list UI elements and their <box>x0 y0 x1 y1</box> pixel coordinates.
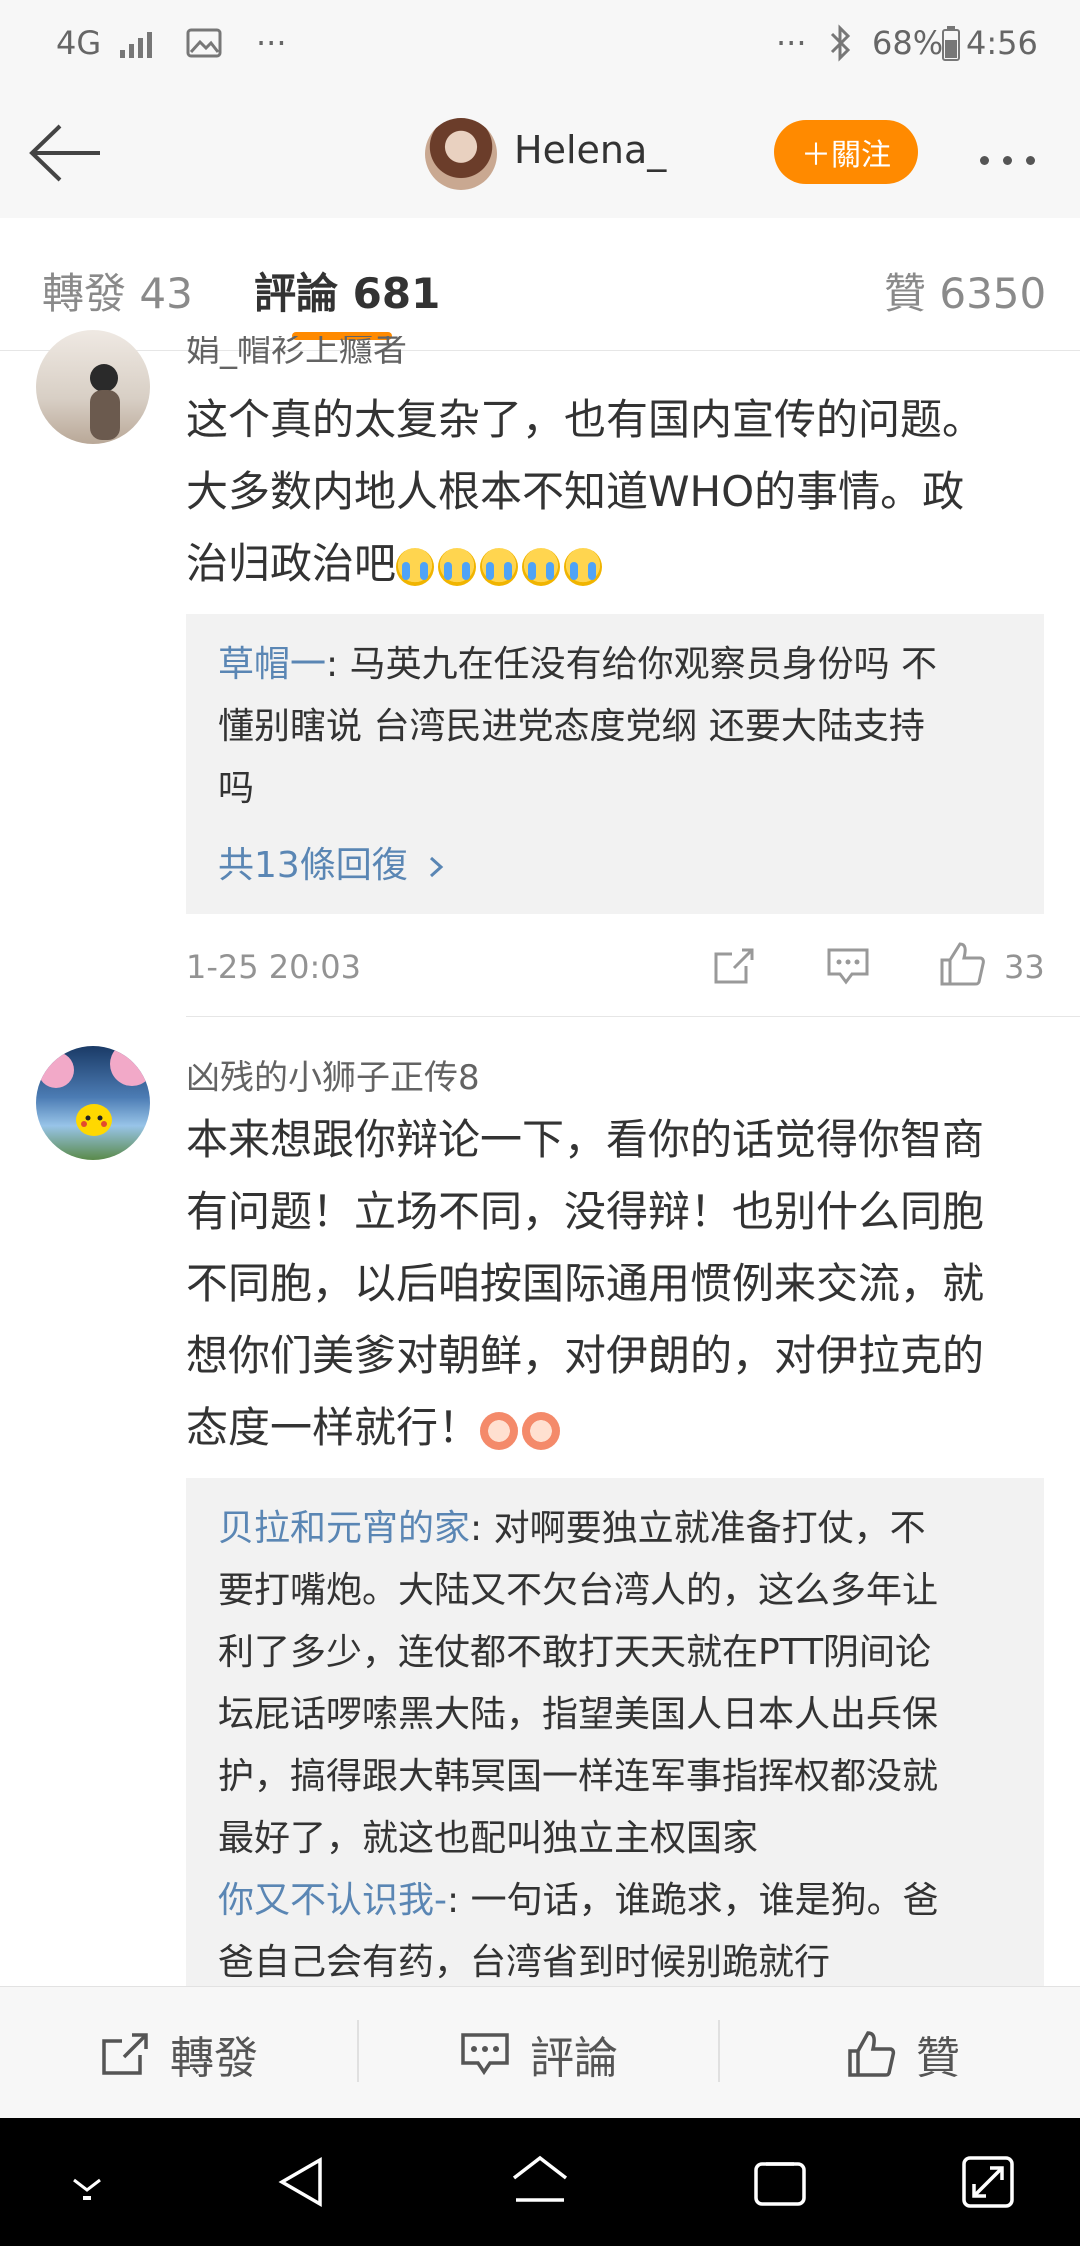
comment-line: 想你们美爹对朝鲜，对伊朗的，对伊拉克的 <box>186 1331 985 1380</box>
crying-face-icon <box>480 547 519 586</box>
tab-comments[interactable]: 評論 681 <box>254 260 440 321</box>
like-count: 33 <box>1004 948 1045 986</box>
comment-line: 态度一样就行！ <box>186 1403 481 1452</box>
view-all-replies-label: 共13條回復 <box>218 845 408 886</box>
like-button[interactable]: 贊 <box>846 2022 960 2086</box>
commenter-name[interactable]: 凶残的小狮子正传8 <box>186 1050 480 1099</box>
reply-text: 最好了，就这也配叫独立主权国家 <box>218 1818 759 1859</box>
keyboard-hide-icon[interactable] <box>66 2166 108 2202</box>
repost-label: 轉發 <box>170 2033 258 2084</box>
reply-username[interactable]: 你又不认识我- <box>218 1880 447 1921</box>
comment-line: 这个真的太复杂了，也有国内宣传的问题。 <box>186 395 985 444</box>
back-nav-icon[interactable] <box>276 2154 326 2210</box>
crying-face-icon <box>396 547 435 586</box>
comment-icon <box>461 2033 509 2076</box>
divider <box>718 2020 720 2082</box>
crying-face-icon <box>438 547 477 586</box>
follow-button[interactable]: ＋關注 <box>774 120 918 184</box>
like-icon[interactable] <box>938 940 986 988</box>
like-label: 贊 <box>916 2033 960 2084</box>
divider <box>357 2020 359 2082</box>
commenter-avatar[interactable] <box>36 330 150 444</box>
angry-face-icon <box>522 1411 561 1450</box>
comment-line: 治归政治吧 <box>186 539 397 588</box>
reply-text: : 对啊要独立就准备打仗，不 <box>470 1508 926 1549</box>
reply-text: : 一句话，谁跪求，谁是狗。爸 <box>447 1880 939 1921</box>
network-indicator: 4G <box>56 24 102 62</box>
tab-likes[interactable]: 贊 6350 <box>884 260 1046 321</box>
home-nav-icon[interactable] <box>508 2152 572 2212</box>
more-notifications: ··· <box>256 24 287 62</box>
recent-apps-icon[interactable] <box>752 2160 808 2208</box>
image-notification-icon <box>186 28 222 58</box>
status-bar: 4G ··· ··· 68% 4:56 <box>0 0 1080 90</box>
reply-text: 爸自己会有药，台湾省到时候别跪就行 <box>218 1942 831 1983</box>
reply-username[interactable]: 草帽一 <box>218 644 326 685</box>
comment-line: 有问题！立场不同，没得辩！也别什么同胞 <box>186 1187 985 1236</box>
signal-icon <box>120 32 152 58</box>
divider <box>186 1016 1080 1017</box>
battery-percent: 68% <box>872 24 944 62</box>
reply-preview-box[interactable]: 贝拉和元宵的家: 对啊要独立就准备打仗，不 要打嘴炮。大陆又不欠台湾人的，这么多… <box>186 1478 1044 1986</box>
reply-text: 要打嘴炮。大陆又不欠台湾人的，这么多年让 <box>218 1570 939 1611</box>
comment-body: 本来想跟你辩论一下，看你的话觉得你智商 有问题！立场不同，没得辩！也别什么同胞 … <box>186 1104 1066 1464</box>
clock: 4:56 <box>966 24 1038 62</box>
comment-line: 大多数内地人根本不知道WHO的事情。政 <box>186 467 965 516</box>
reply-text: 利了多少，连仗都不敢打天天就在PTT阴间论 <box>218 1632 932 1673</box>
more-options-icon[interactable] <box>980 150 1050 165</box>
commenter-avatar[interactable] <box>36 1046 150 1160</box>
comment-body: 这个真的太复杂了，也有国内宣传的问题。 大多数内地人根本不知道WHO的事情。政 … <box>186 384 1066 600</box>
reply-text: 坛屁话啰嗦黑大陆，指望美国人日本人出兵保 <box>218 1694 939 1735</box>
profile-username[interactable]: Helena_ <box>514 128 666 172</box>
angry-face-icon <box>480 1411 519 1450</box>
crying-face-icon <box>564 547 603 586</box>
repost-icon <box>102 2033 148 2075</box>
view-all-replies-link[interactable]: 共13條回復 <box>218 836 447 888</box>
chevron-right-icon <box>430 856 444 878</box>
reply-username[interactable]: 贝拉和元宵的家 <box>218 1508 470 1549</box>
reply-text: 护，搞得跟大韩冥国一样连军事指挥权都没就 <box>218 1756 939 1797</box>
tab-reposts[interactable]: 轉發 43 <box>42 260 193 321</box>
thumbs-up-icon <box>848 2031 896 2077</box>
reply-text: : 马英九在任没有给你观察员身份吗 不 <box>326 644 938 685</box>
reply-preview-box[interactable]: 草帽一: 马英九在任没有给你观察员身份吗 不 懂别瞎说 台湾民进党态度党纲 还要… <box>186 614 1044 914</box>
reply-text: 吗 <box>218 768 255 809</box>
reply-icon[interactable] <box>826 946 870 986</box>
comment-line: 不同胞，以后咱按国际通用惯例来交流，就 <box>186 1259 985 1308</box>
crying-face-icon <box>522 547 561 586</box>
commenter-name[interactable]: 娟_帽衫上癮者 <box>186 336 1080 371</box>
profile-avatar[interactable] <box>425 118 497 190</box>
comment-line: 本来想跟你辩论一下，看你的话觉得你智商 <box>186 1115 985 1164</box>
expand-icon[interactable] <box>960 2154 1016 2210</box>
bluetooth-icon <box>830 24 851 62</box>
comment-label: 評論 <box>530 2033 618 2084</box>
battery-icon <box>942 26 960 61</box>
comment-button[interactable]: 評論 <box>460 2022 618 2086</box>
reply-text: 懂别瞎说 台湾民进党态度党纲 还要大陆支持 <box>218 706 925 747</box>
comment-timestamp: 1-25 20:03 <box>186 948 362 986</box>
more-status: ··· <box>776 24 807 62</box>
repost-button[interactable]: 轉發 <box>100 2022 258 2086</box>
share-icon[interactable] <box>712 946 756 986</box>
back-arrow-icon[interactable] <box>28 122 104 184</box>
